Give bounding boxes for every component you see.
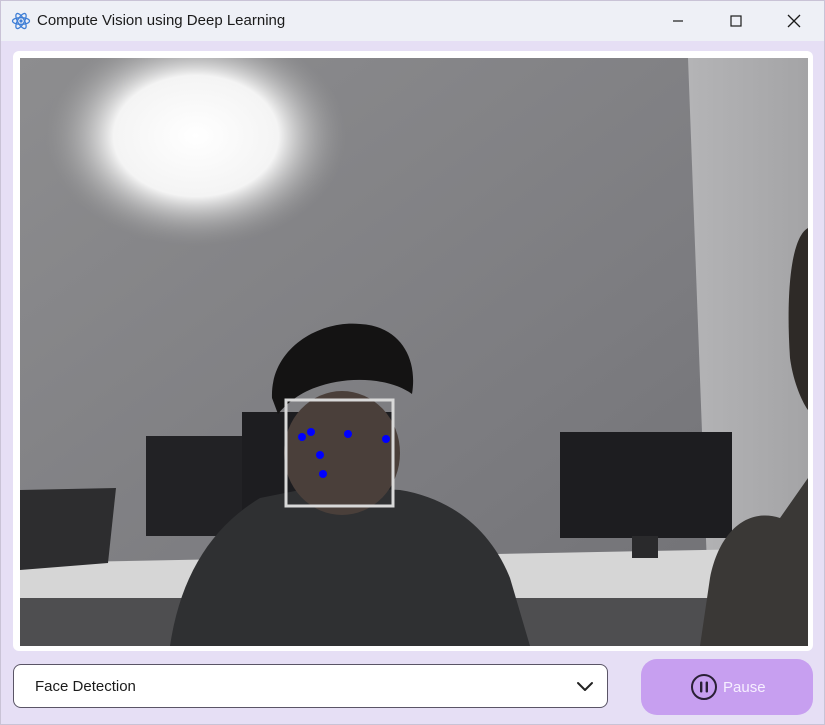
minimize-icon bbox=[672, 15, 684, 27]
camera-feed bbox=[20, 58, 808, 646]
maximize-button[interactable] bbox=[707, 1, 765, 41]
pause-circle-icon bbox=[690, 673, 718, 701]
close-button[interactable] bbox=[765, 1, 823, 41]
window-title: Compute Vision using Deep Learning bbox=[37, 12, 286, 29]
maximize-icon bbox=[730, 15, 742, 27]
pause-button[interactable]: Pause bbox=[641, 659, 813, 715]
pause-label: Pause bbox=[723, 679, 766, 696]
minimize-button[interactable] bbox=[649, 1, 707, 41]
atom-icon bbox=[11, 11, 31, 31]
title-bar[interactable]: Compute Vision using Deep Learning bbox=[1, 1, 824, 41]
camera-scene bbox=[20, 58, 808, 646]
close-icon bbox=[787, 14, 801, 28]
chevron-down-icon bbox=[575, 678, 595, 696]
selected-mode: Face Detection bbox=[35, 678, 136, 695]
detection-mode-select[interactable]: Face Detection bbox=[13, 664, 608, 708]
app-window: Compute Vision using Deep Learning Face … bbox=[0, 0, 825, 725]
